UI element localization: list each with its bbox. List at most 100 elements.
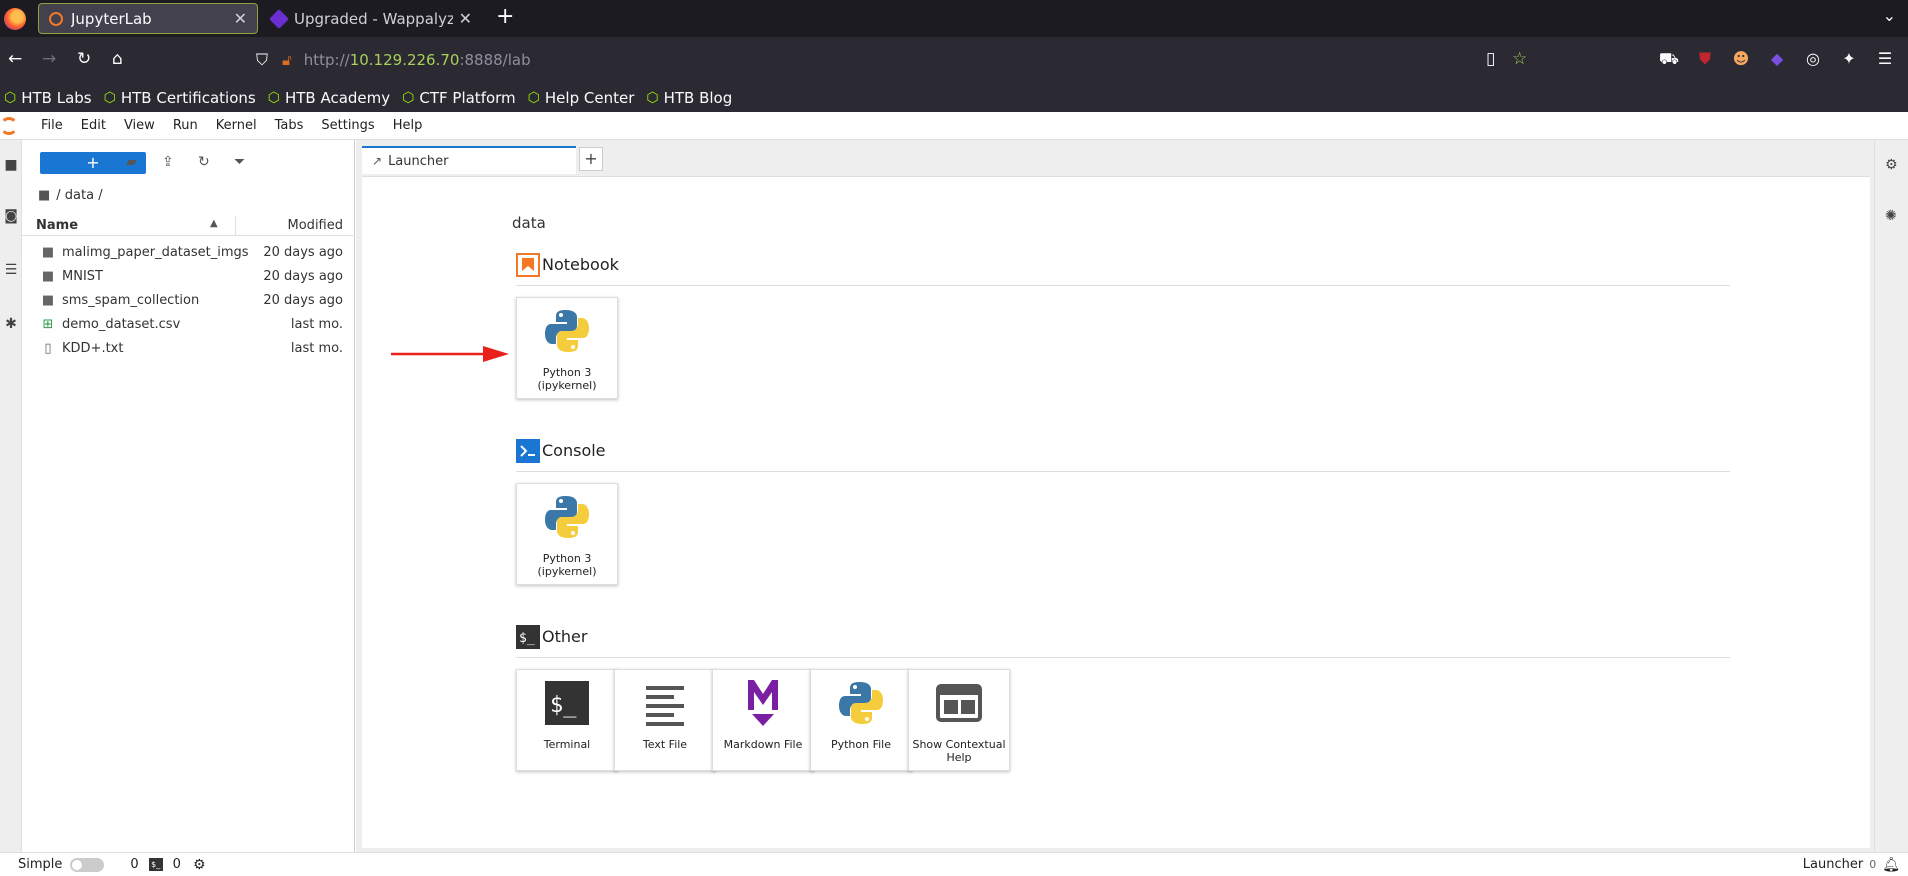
- page-icon[interactable]: ▯: [1486, 49, 1495, 69]
- bookmark-htb-blog[interactable]: ⬡ HTB Blog: [646, 89, 732, 107]
- refresh-icon[interactable]: ↻: [198, 154, 210, 170]
- menu-hamburger-icon[interactable]: ☰: [1874, 49, 1896, 70]
- file-row[interactable]: ⊞ demo_dataset.csv last mo.: [22, 312, 355, 336]
- file-name: sms_spam_collection: [62, 292, 200, 308]
- card-label-line2: (ipykernel): [537, 565, 597, 578]
- file-list-header: Name ▲ Modified: [22, 216, 355, 236]
- folder-icon: ■: [41, 244, 55, 260]
- bookmark-help-center[interactable]: ⬡ Help Center: [528, 89, 635, 107]
- filter-icon[interactable]: ⏷: [234, 154, 245, 170]
- file-row[interactable]: ■ malimg_paper_dataset_imgs 20 days ago: [22, 240, 355, 264]
- markdown-file-card[interactable]: Markdown File: [712, 669, 814, 771]
- file-modified: last mo.: [290, 316, 343, 332]
- close-tab-icon[interactable]: ✕: [459, 9, 472, 28]
- folder-icon[interactable]: ■: [0, 157, 22, 173]
- notebook-section-icon: [516, 253, 540, 277]
- card-label-line1: Show Contextual: [912, 738, 1006, 751]
- terminal-card[interactable]: $_ Terminal: [516, 669, 618, 771]
- bookmark-ctf-platform[interactable]: ⬡ CTF Platform: [402, 89, 516, 107]
- file-row[interactable]: ▯ KDD+.txt last mo.: [22, 336, 355, 360]
- breadcrumb: ■ / data /: [38, 188, 103, 203]
- browser-tab-wappalyzer[interactable]: Upgraded - Wappalyzer ✕: [262, 3, 482, 34]
- folder-icon: ■: [41, 292, 55, 308]
- bookmark-star-icon[interactable]: ☆: [1512, 49, 1527, 69]
- launcher-panel: data Notebook Python 3 (ipykernel) Consol…: [362, 176, 1870, 848]
- debugger-bug-icon[interactable]: ✺: [1885, 208, 1897, 224]
- insecure-lock-icon[interactable]: 🔓︎: [282, 51, 292, 69]
- extensions-puzzle-icon[interactable]: ✦: [1838, 49, 1860, 70]
- running-kernels-icon[interactable]: ◙: [0, 208, 22, 224]
- folder-icon: ■: [41, 268, 55, 284]
- file-name: malimg_paper_dataset_imgs: [62, 244, 249, 260]
- svg-text:$_: $_: [519, 631, 535, 646]
- browser-tab-jupyterlab[interactable]: JupyterLab ✕: [38, 3, 258, 34]
- menu-edit[interactable]: Edit: [72, 118, 115, 133]
- menu-file[interactable]: File: [32, 118, 72, 133]
- kernel-count[interactable]: 0: [130, 857, 138, 872]
- menu-kernel[interactable]: Kernel: [207, 118, 266, 133]
- file-modified: last mo.: [290, 340, 343, 356]
- extensions-icon[interactable]: ✱: [0, 316, 22, 332]
- menu-settings[interactable]: Settings: [312, 118, 383, 133]
- contextual-help-card[interactable]: Show Contextual Help: [908, 669, 1010, 771]
- notification-bell-icon[interactable]: 🔔︎: [1882, 857, 1900, 873]
- ublock-icon[interactable]: ⛊: [1694, 49, 1716, 70]
- new-folder-icon[interactable]: ▰: [126, 154, 137, 170]
- card-label: Show Contextual Help: [909, 738, 1009, 764]
- htb-cube-icon: ⬡: [402, 89, 415, 106]
- menu-run[interactable]: Run: [164, 118, 207, 133]
- bookmark-htb-certifications[interactable]: ⬡ HTB Certifications: [104, 89, 256, 107]
- terminal-icon: $_: [545, 681, 589, 725]
- python-logo-icon: [545, 496, 589, 538]
- column-header-name[interactable]: Name: [36, 218, 78, 233]
- extension-3-icon[interactable]: ☻: [1730, 49, 1752, 70]
- terminal-count[interactable]: 0: [173, 857, 181, 872]
- menu-view[interactable]: View: [115, 118, 164, 133]
- bookmark-label: HTB Blog: [663, 88, 733, 107]
- bookmark-label: Help Center: [544, 88, 635, 107]
- column-header-modified[interactable]: Modified: [288, 218, 343, 233]
- wappalyzer-icon[interactable]: ◆: [1766, 49, 1788, 70]
- kernel-status-gear-icon[interactable]: ⚙: [193, 857, 206, 873]
- table-of-contents-icon[interactable]: ☰: [0, 262, 22, 278]
- terminal-status-icon[interactable]: $_: [148, 858, 163, 871]
- file-row[interactable]: ■ MNIST 20 days ago: [22, 264, 355, 288]
- card-label: Terminal: [543, 738, 591, 751]
- console-python3-card[interactable]: Python 3 (ipykernel): [516, 483, 618, 585]
- python-file-card[interactable]: Python File: [810, 669, 912, 771]
- menu-tabs[interactable]: Tabs: [266, 118, 313, 133]
- menu-help[interactable]: Help: [384, 118, 432, 133]
- property-inspector-icon[interactable]: ⚙: [1885, 157, 1898, 173]
- forward-icon[interactable]: →: [42, 49, 56, 69]
- new-tab-icon[interactable]: +: [496, 4, 514, 29]
- htb-cube-icon: ⬡: [4, 89, 17, 106]
- extension-1-icon[interactable]: ⛟: [1658, 49, 1680, 70]
- bookmark-htb-labs[interactable]: ⬡ HTB Labs: [4, 89, 92, 107]
- browser-tab-bar: JupyterLab ✕ Upgraded - Wappalyzer ✕ + ⌄: [0, 0, 1908, 37]
- add-tab-button[interactable]: +: [579, 147, 603, 171]
- text-file-card[interactable]: Text File: [614, 669, 716, 771]
- tab-launcher[interactable]: ↗ Launcher: [362, 146, 576, 174]
- cookie-icon[interactable]: ◎: [1802, 49, 1824, 70]
- shield-icon[interactable]: ⛉: [256, 50, 268, 70]
- notebook-python3-card[interactable]: Python 3 (ipykernel): [516, 297, 618, 399]
- file-row[interactable]: ■ sms_spam_collection 20 days ago: [22, 288, 355, 312]
- back-icon[interactable]: ←: [8, 49, 22, 69]
- wappalyzer-favicon-icon: [269, 8, 289, 29]
- folder-icon[interactable]: ■: [38, 188, 50, 203]
- sort-ascending-icon[interactable]: ▲: [210, 218, 218, 229]
- notification-count[interactable]: 0: [1869, 858, 1876, 871]
- left-sidebar-tabs: ■ ◙ ☰ ✱: [0, 140, 22, 852]
- home-icon[interactable]: ⌂: [112, 49, 123, 69]
- url-bar[interactable]: ⛉ 🔓︎ http://10.129.226.70:8888/lab: [256, 42, 1536, 78]
- upload-icon[interactable]: ⇪: [162, 154, 174, 170]
- bookmark-htb-academy[interactable]: ⬡ HTB Academy: [268, 89, 390, 107]
- breadcrumb-path[interactable]: / data /: [56, 188, 102, 203]
- simple-mode-toggle[interactable]: [70, 857, 105, 872]
- svg-text:$_: $_: [550, 693, 577, 718]
- bookmark-label: HTB Certifications: [120, 88, 256, 107]
- column-divider[interactable]: [235, 216, 236, 236]
- close-tab-icon[interactable]: ✕: [234, 9, 247, 28]
- reload-icon[interactable]: ↻: [77, 49, 91, 69]
- chevron-down-icon[interactable]: ⌄: [1883, 6, 1896, 25]
